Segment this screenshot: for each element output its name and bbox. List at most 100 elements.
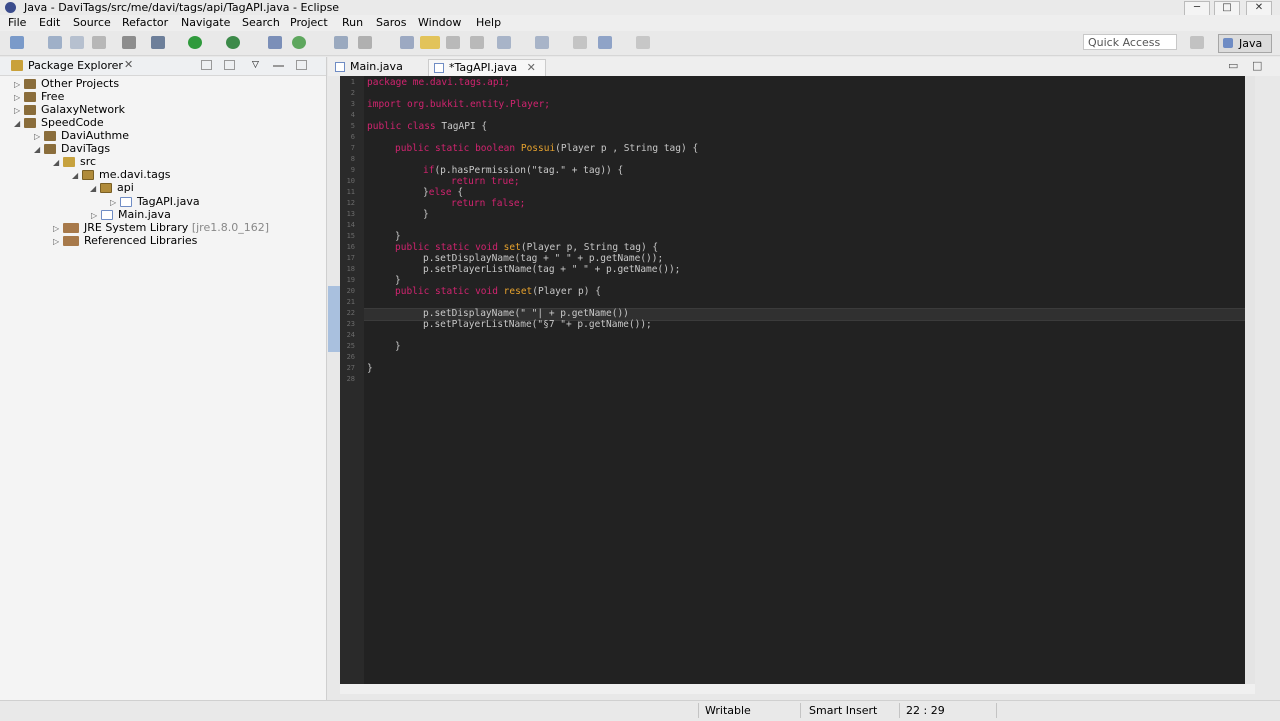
link-editor-icon[interactable] bbox=[224, 60, 235, 70]
tree-item-galaxynetwork[interactable]: ▷ GalaxyNetwork bbox=[14, 103, 125, 116]
tab-tagapi-java[interactable]: *TagAPI.java ✕ bbox=[428, 59, 546, 77]
line-number: 6 bbox=[350, 133, 355, 141]
prev-edit-icon[interactable] bbox=[535, 36, 549, 49]
collapse-all-icon[interactable] bbox=[201, 60, 212, 70]
new-icon[interactable] bbox=[10, 36, 24, 49]
menu-saros[interactable]: Saros bbox=[376, 16, 406, 29]
tree-item-speedcode[interactable]: ◢ SpeedCode bbox=[14, 116, 104, 129]
view-menu-icon[interactable]: ▽ bbox=[252, 60, 263, 70]
java-file-icon bbox=[335, 62, 345, 72]
show-whitespace-icon[interactable] bbox=[446, 36, 460, 49]
next-annotation-icon[interactable] bbox=[400, 36, 414, 49]
line-number: 17 bbox=[346, 254, 355, 262]
code-token: set bbox=[503, 242, 521, 253]
collapse-arrow-icon[interactable]: ◢ bbox=[72, 169, 82, 182]
minimize-editor-icon[interactable]: ▭ bbox=[1228, 59, 1238, 72]
close-tab-icon[interactable]: ✕ bbox=[527, 61, 536, 74]
tree-item-other-projects[interactable]: ▷ Other Projects bbox=[14, 77, 119, 90]
tree-item-api[interactable]: ◢ api bbox=[90, 181, 134, 194]
block-selection-icon[interactable] bbox=[470, 36, 484, 49]
menu-project[interactable]: Project bbox=[290, 16, 328, 29]
tree-item-jre-library[interactable]: ▷ JRE System Library [jre1.8.0_162] bbox=[53, 221, 269, 234]
menu-help[interactable]: Help bbox=[476, 16, 501, 29]
forward-icon[interactable] bbox=[636, 36, 650, 49]
tree-item-daviauthme[interactable]: ▷ DaviAuthme bbox=[34, 129, 129, 142]
new-java-project-icon[interactable] bbox=[268, 36, 282, 49]
java-perspective-button[interactable]: Java bbox=[1218, 34, 1272, 53]
debug-icon[interactable] bbox=[151, 36, 165, 49]
print-icon[interactable] bbox=[92, 36, 106, 49]
collapse-arrow-icon[interactable]: ◢ bbox=[14, 117, 24, 130]
tree-item-label: me.davi.tags bbox=[99, 168, 171, 181]
tree-item-src[interactable]: ◢ src bbox=[53, 155, 96, 168]
overview-ruler[interactable] bbox=[1245, 76, 1255, 684]
line-number: 16 bbox=[346, 243, 355, 251]
close-button[interactable]: ✕ bbox=[1246, 1, 1272, 16]
next-edit-icon[interactable] bbox=[497, 36, 511, 49]
last-edit-icon[interactable] bbox=[573, 36, 587, 49]
package-explorer-header: Package Explorer ✕ ▽ bbox=[0, 57, 326, 76]
line-number: 11 bbox=[346, 188, 355, 196]
menu-edit[interactable]: Edit bbox=[39, 16, 60, 29]
new-package-icon[interactable] bbox=[292, 36, 306, 49]
code-token: public class bbox=[367, 121, 442, 132]
code-line-27: } bbox=[367, 363, 373, 374]
code-line-10: return true; bbox=[451, 176, 520, 187]
status-insert-mode: Smart Insert bbox=[809, 704, 878, 717]
menu-navigate[interactable]: Navigate bbox=[181, 16, 230, 29]
tree-item-tagapi-java[interactable]: ▷ TagAPI.java bbox=[110, 195, 200, 208]
search-icon[interactable] bbox=[358, 36, 372, 49]
tree-item-free[interactable]: ▷ Free bbox=[14, 90, 64, 103]
code-token: return false; bbox=[451, 198, 526, 209]
close-view-icon[interactable]: ✕ bbox=[124, 58, 133, 71]
status-writable: Writable bbox=[705, 704, 751, 717]
change-ruler-marker bbox=[328, 286, 340, 352]
tab-main-java[interactable]: Main.java bbox=[330, 59, 434, 76]
quick-access-input[interactable]: Quick Access bbox=[1083, 34, 1177, 50]
tree-item-label: Main.java bbox=[118, 208, 171, 221]
open-type-icon[interactable] bbox=[334, 36, 348, 49]
code-token: (Player p, String tag) { bbox=[520, 242, 659, 253]
code-line-22: p.setDisplayName(" "| + p.getName()) bbox=[423, 308, 629, 319]
line-number: 9 bbox=[350, 166, 355, 174]
status-separator bbox=[800, 703, 801, 718]
menu-file[interactable]: File bbox=[8, 16, 26, 29]
collapse-arrow-icon[interactable]: ◢ bbox=[53, 156, 63, 169]
menu-refactor[interactable]: Refactor bbox=[122, 16, 168, 29]
minimize-view-icon[interactable] bbox=[273, 65, 284, 67]
tree-item-referenced-libraries[interactable]: ▷ Referenced Libraries bbox=[53, 234, 197, 247]
tree-item-main-java[interactable]: ▷ Main.java bbox=[91, 208, 171, 221]
menu-source[interactable]: Source bbox=[73, 16, 111, 29]
package-icon bbox=[82, 170, 94, 180]
menu-window[interactable]: Window bbox=[418, 16, 461, 29]
maximize-view-icon[interactable] bbox=[296, 60, 307, 70]
save-icon[interactable] bbox=[48, 36, 62, 49]
open-perspective-icon[interactable] bbox=[1190, 36, 1204, 49]
expand-arrow-icon[interactable]: ▷ bbox=[53, 235, 63, 248]
horizontal-scrollbar[interactable] bbox=[340, 684, 1255, 694]
highlight-icon[interactable] bbox=[420, 36, 440, 49]
tree-item-me-davi-tags[interactable]: ◢ me.davi.tags bbox=[72, 168, 171, 181]
window-title: Java - DaviTags/src/me/davi/tags/api/Tag… bbox=[24, 1, 340, 14]
menu-search[interactable]: Search bbox=[242, 16, 280, 29]
main-toolbar: Quick Access Java bbox=[0, 31, 1280, 56]
collapse-arrow-icon[interactable]: ◢ bbox=[90, 182, 100, 195]
maximize-editor-icon[interactable]: □ bbox=[1252, 59, 1262, 72]
tree-item-label: SpeedCode bbox=[41, 116, 104, 129]
run-icon[interactable] bbox=[188, 36, 202, 49]
minimize-button[interactable]: ─ bbox=[1184, 1, 1210, 16]
code-token: (p.hasPermission("tag." + tag)) { bbox=[434, 165, 624, 176]
line-number: 25 bbox=[346, 342, 355, 350]
code-line-23: p.setPlayerListName("§7 "+ p.getName()); bbox=[423, 319, 652, 330]
back-icon[interactable] bbox=[598, 36, 612, 49]
tree-item-label: src bbox=[80, 155, 97, 168]
save-all-icon[interactable] bbox=[70, 36, 84, 49]
coverage-icon[interactable] bbox=[226, 36, 240, 49]
code-token: import org.bukkit.entity.Player; bbox=[367, 99, 551, 110]
package-explorer-panel: Package Explorer ✕ ▽ ▷ Other Projects ▷ Fr… bbox=[0, 57, 327, 700]
collapse-arrow-icon[interactable]: ◢ bbox=[34, 143, 44, 156]
menu-run[interactable]: Run bbox=[342, 16, 363, 29]
tree-item-davitags[interactable]: ◢ DaviTags bbox=[34, 142, 110, 155]
toggle-icon[interactable] bbox=[122, 36, 136, 49]
maximize-button[interactable]: □ bbox=[1214, 1, 1240, 16]
